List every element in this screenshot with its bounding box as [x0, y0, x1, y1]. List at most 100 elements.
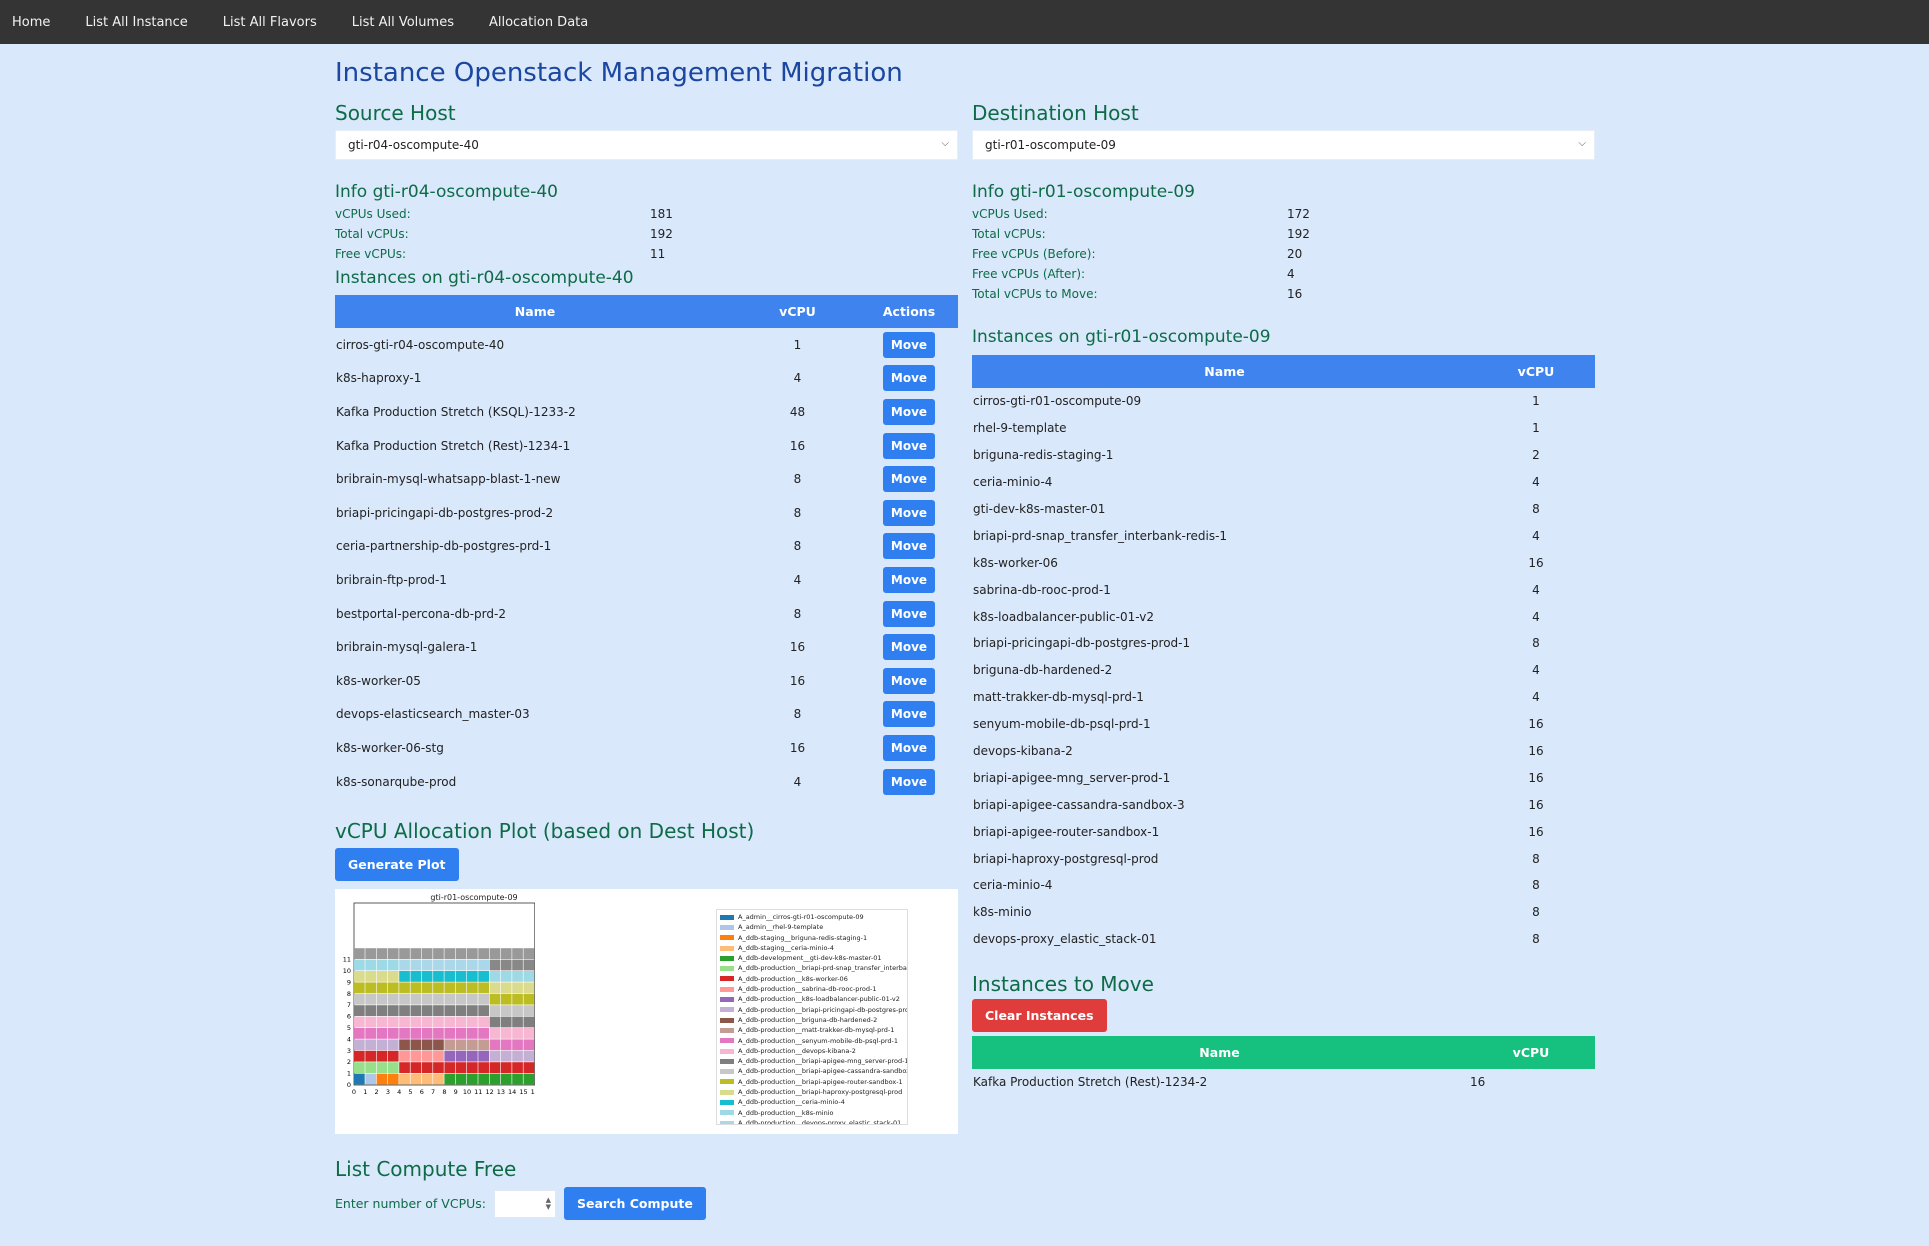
nav-list-all-instance[interactable]: List All Instance	[85, 15, 187, 30]
info-value: 4	[1287, 267, 1295, 281]
plot-cell	[421, 1050, 433, 1062]
x-tick-label: 16	[531, 1088, 535, 1096]
plot-cell	[433, 1005, 444, 1016]
instance-vcpu: 16	[1528, 770, 1544, 785]
legend-item: A_ddb-production__ceria-minio-4	[720, 1097, 904, 1107]
plot-cell	[455, 1039, 467, 1051]
table-row: k8s-loadbalancer-public-01-v2 4	[972, 603, 1595, 630]
move-button[interactable]: Move	[882, 600, 936, 627]
instances-to-move-title: Instances to Move	[972, 971, 1154, 996]
plot-cell	[523, 993, 535, 1005]
nav-list-all-volumes[interactable]: List All Volumes	[352, 15, 454, 30]
chevron-down-icon: ⌵	[1578, 138, 1586, 149]
x-tick-label: 6	[420, 1088, 424, 1096]
table-row: briguna-redis-staging-1 2	[972, 442, 1595, 469]
instance-vcpu: 4	[793, 371, 802, 386]
instance-actions: Move	[860, 731, 958, 765]
plot-cell	[399, 1016, 410, 1028]
plot-cell	[433, 1039, 444, 1051]
plot-cell	[489, 971, 501, 982]
generate-plot-button[interactable]: Generate Plot	[335, 848, 459, 881]
instance-name: devops-elasticsearch_master-03	[336, 707, 530, 722]
legend-swatch	[720, 997, 734, 1003]
instance-actions: Move	[860, 765, 958, 799]
plot-cell	[467, 1005, 478, 1016]
move-button[interactable]: Move	[882, 566, 936, 593]
dest-host-heading: Destination Host	[972, 101, 1139, 125]
plot-cell	[387, 982, 399, 994]
x-tick-label: 4	[397, 1088, 401, 1096]
y-tick-label: 8	[347, 990, 351, 998]
instance-actions: Move	[860, 496, 958, 530]
plot-cell	[512, 1005, 523, 1016]
instance-vcpu: 2	[1532, 448, 1540, 463]
move-button[interactable]: Move	[882, 466, 936, 493]
plot-cell	[523, 971, 535, 982]
move-instance-vcpu: 16	[1470, 1074, 1486, 1089]
plot-cell	[387, 959, 399, 971]
plot-cell	[523, 1016, 535, 1028]
legend-swatch	[720, 1069, 734, 1075]
move-button[interactable]: Move	[882, 398, 936, 425]
search-compute-button[interactable]: Search Compute	[564, 1187, 706, 1220]
source-info: Info gti-r04-oscompute-40 vCPUs Used: 181…	[335, 180, 958, 264]
instance-vcpu: 8	[1532, 905, 1540, 920]
plot-cell	[433, 1073, 444, 1085]
move-button[interactable]: Move	[882, 768, 936, 795]
plot-cell	[455, 1028, 467, 1039]
legend-label: A_ddb-production__ceria-minio-4	[738, 1098, 845, 1107]
dest-host-select[interactable]: gti-r01-oscompute-09 ⌵	[972, 130, 1595, 160]
col-actions-header: Actions	[860, 295, 958, 328]
plot-cell	[421, 993, 433, 1005]
plot-cell	[399, 993, 410, 1005]
move-button[interactable]: Move	[882, 331, 936, 358]
table-row: cirros-gti-r01-oscompute-09 1	[972, 388, 1595, 415]
move-button[interactable]: Move	[882, 701, 936, 728]
table-row: sabrina-db-rooc-prod-1 4	[972, 576, 1595, 603]
table-row: briapi-apigee-cassandra-sandbox-3 16	[972, 791, 1595, 818]
plot-cell	[455, 1016, 467, 1028]
table-row: cirros-gti-r04-oscompute-40 1 Move	[335, 328, 958, 362]
plot-cell	[500, 993, 512, 1005]
table-row: k8s-worker-06 16	[972, 549, 1595, 576]
nav-list-all-flavors[interactable]: List All Flavors	[223, 15, 317, 30]
nav-allocation-data[interactable]: Allocation Data	[489, 15, 588, 30]
move-button[interactable]: Move	[882, 667, 936, 694]
plot-cell	[387, 971, 399, 982]
instance-vcpu: 4	[1532, 475, 1540, 490]
plot-cell	[354, 1005, 365, 1016]
move-button[interactable]: Move	[882, 365, 936, 392]
info-row: Total vCPUs: 192	[972, 224, 1595, 244]
plot-cell	[376, 1016, 388, 1028]
instance-name: briapi-apigee-mng_server-prod-1	[973, 770, 1171, 785]
table-row: Kafka Production Stretch (KSQL)-1233-2 48…	[335, 395, 958, 429]
plot-cell	[467, 1050, 478, 1062]
plot-cell	[523, 1073, 535, 1085]
clear-instances-button[interactable]: Clear Instances	[972, 998, 1107, 1032]
source-host-select[interactable]: gti-r04-oscompute-40 ⌵	[335, 130, 958, 160]
compute-free-title: List Compute Free	[335, 1157, 517, 1181]
move-button[interactable]: Move	[882, 634, 936, 661]
move-button[interactable]: Move	[882, 734, 936, 761]
col-name-header: Name	[972, 355, 1477, 388]
move-button[interactable]: Move	[882, 432, 936, 459]
instance-vcpu: 16	[1528, 555, 1544, 570]
source-info-rows: vCPUs Used: 181 Total vCPUs: 192 Free vCPUs:…	[335, 204, 958, 264]
nav-home[interactable]: Home	[12, 15, 50, 30]
legend-label: A_ddb-production__briapi-apigee-cassandr…	[738, 1067, 908, 1076]
move-button[interactable]: Move	[882, 499, 936, 526]
spinner-icon[interactable]: ▲ ▼	[546, 1196, 551, 1211]
instance-name: briapi-pricingapi-db-postgres-prod-1	[973, 636, 1191, 651]
plot-cell	[410, 959, 422, 971]
legend-label: A_ddb-development__gti-dev-k8s-master-01	[738, 954, 882, 963]
vcpu-number-input[interactable]: ▲ ▼	[494, 1189, 556, 1218]
plot-cell	[421, 1062, 433, 1073]
plot-cell	[410, 1039, 422, 1051]
info-row: Free vCPUs: 11	[335, 244, 958, 264]
move-button[interactable]: Move	[882, 533, 936, 560]
legend-label: A_ddb-production__briapi-prd-snap_transf…	[738, 964, 907, 973]
page-title: Instance Openstack Management Migration	[335, 58, 903, 88]
plot-cell	[444, 959, 456, 971]
table-row: devops-proxy_elastic_stack-01 8	[972, 926, 1595, 953]
plot-cell	[365, 1050, 376, 1062]
